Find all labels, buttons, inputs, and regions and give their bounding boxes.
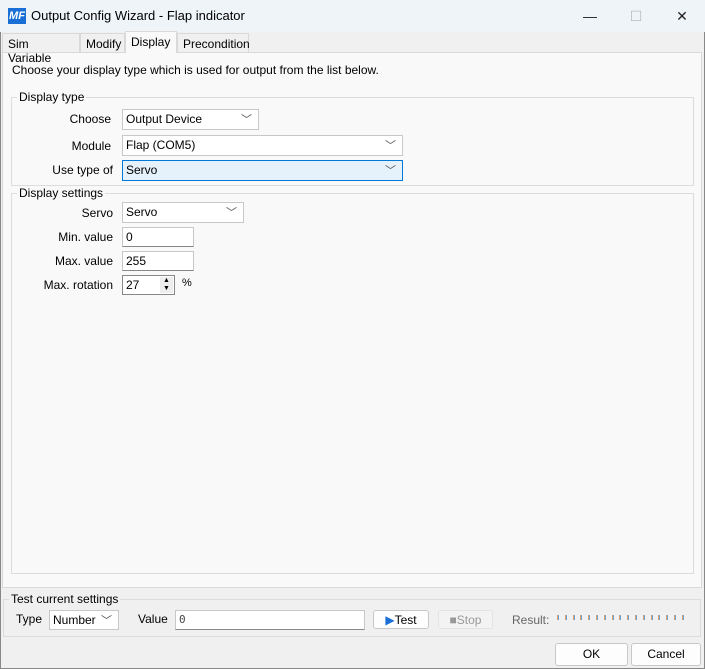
- result-tick: [572, 615, 575, 620]
- test-type-dropdown[interactable]: Number ﹀: [49, 610, 119, 630]
- result-tick: [611, 615, 614, 620]
- spin-arrows-icon[interactable]: ▲ ▼: [160, 277, 173, 293]
- play-icon: ▶: [385, 613, 395, 627]
- max-rotation-label: Max. rotation: [43, 278, 113, 292]
- servo-dropdown[interactable]: Servo ﹀: [122, 202, 244, 223]
- stop-button-label: Stop: [456, 613, 482, 627]
- choose-label: Choose: [69, 112, 111, 126]
- test-value-label: Value: [138, 612, 168, 626]
- tab-display[interactable]: Display: [125, 31, 177, 53]
- result-tick: [588, 615, 591, 620]
- stop-icon: ■: [449, 613, 457, 627]
- result-label: Result:: [512, 613, 550, 627]
- chevron-down-icon: ﹀: [101, 615, 112, 627]
- test-type-value: Number: [53, 613, 96, 627]
- tab-sim-variable[interactable]: Sim Variable: [2, 33, 80, 65]
- result-tick: [619, 615, 622, 620]
- min-value-label: Min. value: [58, 230, 113, 244]
- rotation-unit: %: [182, 277, 192, 289]
- max-value-input[interactable]: 255: [122, 251, 194, 271]
- intro-text: Choose your display type which is used f…: [12, 63, 379, 77]
- display-settings-legend: Display settings: [17, 186, 106, 200]
- max-rotation-stepper[interactable]: 27 ▲ ▼: [122, 275, 175, 295]
- result-tick: [580, 615, 583, 620]
- result-tick: [642, 615, 645, 620]
- app-logo: MF: [8, 8, 26, 24]
- rotation-value: 27: [126, 278, 140, 292]
- maximize-button[interactable]: ☐: [613, 0, 659, 32]
- cancel-button[interactable]: Cancel: [631, 643, 701, 666]
- result-tick: [564, 615, 567, 620]
- test-settings-legend: Test current settings: [9, 592, 121, 606]
- stop-button[interactable]: ■Stop: [438, 610, 493, 629]
- tab-modify[interactable]: Modify: [80, 33, 125, 52]
- test-value-input[interactable]: 0: [175, 610, 365, 630]
- chevron-down-icon: ﹀: [241, 114, 252, 126]
- chevron-down-icon: ﹀: [385, 140, 396, 152]
- servo-label: Servo: [81, 206, 113, 220]
- module-label: Module: [71, 139, 111, 153]
- minimize-button[interactable]: —: [567, 0, 613, 32]
- test-button[interactable]: ▶Test: [373, 610, 429, 629]
- result-tick: [681, 615, 684, 620]
- use-type-label: Use type of: [52, 163, 113, 177]
- module-value: Flap (COM5): [126, 138, 196, 152]
- result-tick: [627, 615, 630, 620]
- window-title: Output Config Wizard - Flap indicator: [31, 8, 245, 23]
- max-value-label: Max. value: [54, 254, 113, 268]
- choose-dropdown[interactable]: Output Device ﹀: [122, 109, 259, 130]
- result-tick: [635, 615, 637, 620]
- chevron-down-icon: ﹀: [226, 207, 237, 219]
- result-tick: [658, 615, 661, 620]
- close-button[interactable]: ✕: [659, 0, 705, 32]
- min-value-input[interactable]: 0: [122, 227, 194, 247]
- test-type-label: Type: [16, 612, 43, 626]
- use-type-value: Servo: [126, 163, 158, 177]
- result-tick: [603, 615, 606, 620]
- test-button-label: Test: [394, 613, 417, 627]
- result-tick: [674, 615, 676, 620]
- result-tick: [557, 615, 559, 620]
- chevron-down-icon: ﹀: [385, 165, 396, 177]
- choose-value: Output Device: [126, 112, 203, 126]
- display-type-legend: Display type: [17, 90, 87, 104]
- result-tick: [666, 615, 669, 620]
- servo-value: Servo: [126, 205, 158, 219]
- result-tick: [650, 615, 653, 620]
- module-dropdown[interactable]: Flap (COM5) ﹀: [122, 135, 403, 156]
- ok-button[interactable]: OK: [555, 643, 628, 666]
- display-settings-group: [11, 193, 694, 574]
- result-tick: [596, 615, 598, 620]
- use-type-dropdown[interactable]: Servo ﹀: [122, 160, 403, 181]
- tab-precondition[interactable]: Precondition: [177, 33, 250, 52]
